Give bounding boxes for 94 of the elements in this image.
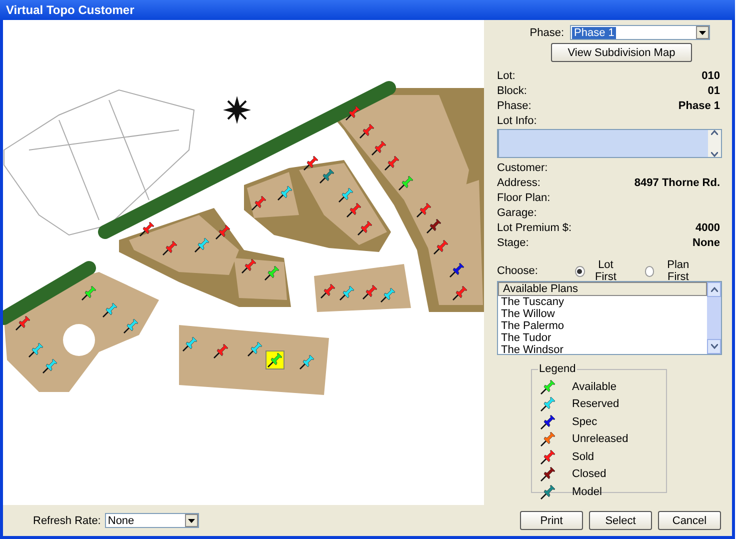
list-item[interactable]: The Windsor <box>498 344 707 356</box>
pushpin-icon[interactable] <box>216 224 230 240</box>
compass-rose-icon <box>223 96 251 124</box>
pushpin-icon[interactable] <box>398 176 414 190</box>
pushpin-icon[interactable] <box>248 342 262 356</box>
scroll-up-icon[interactable] <box>710 287 718 292</box>
pushpin-icon[interactable] <box>338 188 354 202</box>
field-label: Address: <box>497 176 540 188</box>
pushpin-icon[interactable] <box>360 124 374 138</box>
pushpin-icon <box>540 378 556 395</box>
phase-label: Phase: <box>530 26 564 38</box>
pushpin-icon[interactable] <box>266 350 284 370</box>
list-item[interactable]: The Tudor <box>498 332 707 344</box>
field-value: None <box>692 236 720 248</box>
pushpin-icon[interactable] <box>124 318 138 334</box>
pushpin-icon[interactable] <box>252 196 266 210</box>
scrollbar[interactable] <box>707 282 721 354</box>
pushpin-icon[interactable] <box>346 202 362 218</box>
pushpin-icon[interactable] <box>452 286 468 300</box>
pushpin-icon <box>540 414 556 430</box>
list-item[interactable]: The Willow <box>498 308 707 320</box>
pushpin-icon <box>540 396 556 412</box>
pushpin-icon[interactable] <box>214 344 228 358</box>
field-label: Phase: <box>497 100 532 112</box>
column-header[interactable]: Available Plans <box>498 282 707 296</box>
dropdown-arrow-icon[interactable] <box>699 30 706 34</box>
footer-button[interactable]: Print <box>520 511 583 530</box>
pushpin-icon[interactable] <box>362 284 378 300</box>
pushpin-icon[interactable] <box>450 262 464 278</box>
pushpin-icon[interactable] <box>264 266 280 280</box>
field-label: Lot Info: <box>497 114 538 128</box>
field-value: 4000 <box>696 222 720 234</box>
field-label: Floor Plan: <box>497 192 550 204</box>
pushpin-icon[interactable] <box>416 202 432 218</box>
field-value: 8497 Thorne Rd. <box>634 176 720 188</box>
field-label: Garage: <box>497 206 537 218</box>
field-value: 010 <box>702 70 720 82</box>
pushpin-icon[interactable] <box>384 156 400 170</box>
phase-dropdown[interactable]: Phase 1 <box>570 25 710 40</box>
field-label: Block: <box>497 84 527 96</box>
refresh-rate-label: Refresh Rate: <box>33 514 101 526</box>
pushpin-icon[interactable] <box>426 218 442 234</box>
choose-label: Choose: <box>497 264 539 278</box>
field-label: Customer: <box>497 162 548 174</box>
field-label: Lot: <box>497 70 516 82</box>
legend-label: Unreleased <box>572 433 628 446</box>
pushpin-icon[interactable] <box>162 240 178 256</box>
pushpin-icon[interactable] <box>320 284 336 298</box>
legend-label: Model <box>572 486 602 498</box>
legend-label: Available <box>572 380 616 393</box>
pushpin-icon[interactable] <box>140 222 154 236</box>
pushpin-icon <box>540 466 556 482</box>
legend-label: Closed <box>572 468 606 480</box>
footer-button[interactable]: Cancel <box>658 511 721 530</box>
field-label: Stage: <box>497 236 529 248</box>
pushpin-icon[interactable] <box>16 316 30 330</box>
field-value: Phase 1 <box>678 100 720 112</box>
pushpin-icon[interactable] <box>346 106 360 120</box>
dropdown-arrow-icon[interactable] <box>188 518 195 522</box>
pushpin-icon[interactable] <box>372 140 386 156</box>
legend-label: Reserved <box>572 398 620 410</box>
scroll-down-icon[interactable] <box>711 152 718 157</box>
list-item[interactable]: The Palermo <box>498 320 707 332</box>
field-value: 01 <box>708 84 720 96</box>
pushpin-icon[interactable] <box>434 240 448 254</box>
pushpin-icon[interactable] <box>358 220 372 236</box>
scroll-up-icon[interactable] <box>711 130 718 135</box>
pushpin-icon[interactable] <box>320 168 334 184</box>
lot-info-field[interactable] <box>497 129 722 158</box>
footer-button[interactable]: Select <box>589 511 652 530</box>
pushpin-icon[interactable] <box>242 258 256 274</box>
pushpin-icon[interactable] <box>182 336 198 352</box>
pushpin-icon[interactable] <box>102 302 118 318</box>
field-label: Lot Premium $: <box>497 222 572 234</box>
pushpin-icon[interactable] <box>82 286 96 300</box>
list-item[interactable]: The Tuscany <box>498 296 707 308</box>
pushpin-icon[interactable] <box>42 358 58 374</box>
refresh-rate-dropdown[interactable]: None <box>104 513 199 528</box>
pushpin-icon[interactable] <box>28 342 44 358</box>
pushpin-icon <box>540 431 556 448</box>
pushpin-icon[interactable] <box>340 286 354 300</box>
view-map-button[interactable]: View Subdivision Map <box>551 43 692 62</box>
pushpin-icon <box>540 448 556 465</box>
pushpin-icon[interactable] <box>300 354 314 370</box>
pushpin-icon[interactable] <box>194 238 210 252</box>
pushpin-icon[interactable] <box>380 288 396 302</box>
scroll-down-icon[interactable] <box>710 344 718 349</box>
legend-label: Sold <box>572 450 594 463</box>
legend-title: Legend <box>538 363 577 375</box>
pushpin-icon[interactable] <box>304 156 318 170</box>
window-title: Virtual Topo Customer <box>5 3 134 17</box>
legend-label: Spec <box>572 416 598 428</box>
pushpin-icon <box>540 484 556 500</box>
pushpin-icon[interactable] <box>278 186 292 200</box>
